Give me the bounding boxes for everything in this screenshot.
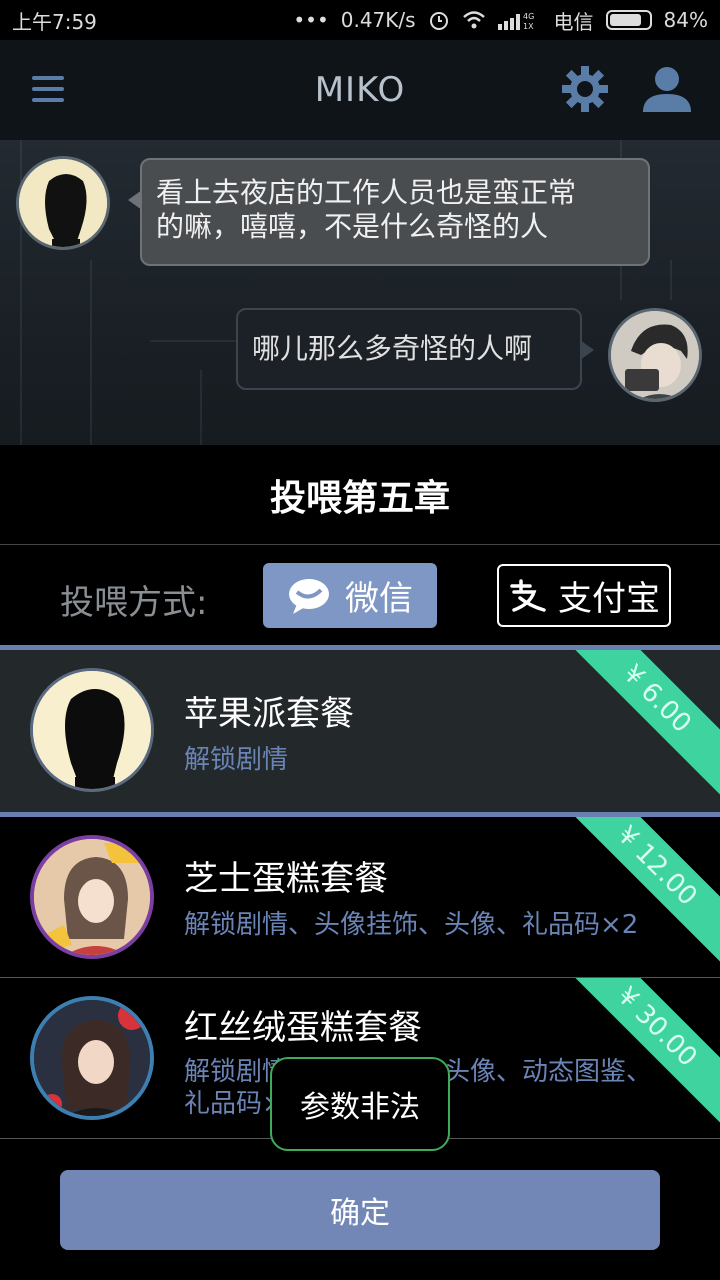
npc-avatar[interactable] <box>16 156 110 250</box>
payment-method-label: 投喂方式: <box>60 583 208 623</box>
package-name: 苹果派套餐 <box>184 694 354 734</box>
menu-icon[interactable] <box>32 76 64 102</box>
wechat-label: 微信 <box>345 579 413 619</box>
battery-icon <box>605 10 652 30</box>
chat-bubble-left: 看上去夜店的工作人员也是蛮正常 的嘛，嘻嘻，不是什么奇怪的人 <box>128 158 650 266</box>
alarm-icon <box>429 12 448 30</box>
package-name: 芝士蛋糕套餐 <box>184 859 388 899</box>
package-avatar <box>30 668 154 792</box>
wechat-icon <box>289 578 329 614</box>
chat-text-line: 的嘛，嘻嘻，不是什么奇怪的人 <box>156 210 549 243</box>
signal-icon: 4G 1X <box>497 12 534 30</box>
chat-bubble-right: 哪儿那么多奇怪的人啊 <box>236 308 594 390</box>
gear-icon[interactable] <box>560 64 610 114</box>
package-item-apple-pie[interactable]: 苹果派套餐 解锁剧情 ¥ 6.00 <box>0 645 720 817</box>
wifi-icon <box>462 11 485 29</box>
package-avatar <box>30 996 154 1120</box>
svg-text:1X: 1X <box>523 22 534 30</box>
app-header: MIKO <box>0 40 720 140</box>
chat-area: 看上去夜店的工作人员也是蛮正常 的嘛，嘻嘻，不是什么奇怪的人 哪儿那么多奇怪的人… <box>0 140 720 445</box>
user-icon[interactable] <box>640 64 694 114</box>
price-ribbon: ¥ 6.00 <box>552 650 720 804</box>
alipay-icon <box>510 578 546 612</box>
price-ribbon: ¥ 12.00 <box>552 817 720 971</box>
package-avatar <box>30 835 154 959</box>
package-name: 红丝绒蛋糕套餐 <box>184 1008 422 1048</box>
status-time: 上午7:59 <box>12 9 97 34</box>
package-item-cheesecake[interactable]: 芝士蛋糕套餐 解锁剧情、头像挂饰、头像、礼品码×2 ¥ 12.00 <box>0 817 720 977</box>
status-right: ••• 0.47K/s 4G 1X 电信 84% <box>293 6 708 35</box>
payment-method-row: 投喂方式: 微信 支付宝 <box>0 545 720 645</box>
package-desc: 解锁剧情、头像挂饰、头像、礼品码×2 <box>184 910 639 940</box>
battery-percent: 84% <box>663 8 708 32</box>
panel-title: 投喂第五章 <box>0 445 720 545</box>
chat-text: 哪儿那么多奇怪的人啊 <box>252 332 533 365</box>
confirm-button[interactable]: 确定 <box>60 1170 660 1250</box>
battery-fill <box>609 14 642 26</box>
alipay-button[interactable]: 支付宝 <box>497 564 671 627</box>
svg-text:4G: 4G <box>523 12 534 21</box>
app-title: MIKO <box>314 70 406 110</box>
status-bar: 上午7:59 ••• 0.47K/s 4G 1X 电信 84% <box>0 0 720 40</box>
chat-text-line: 看上去夜店的工作人员也是蛮正常 <box>156 176 577 209</box>
feed-panel: 投喂第五章 投喂方式: 微信 支付宝 苹果派套餐 解锁剧情 ¥ 6.00 芝士蛋… <box>0 445 720 1280</box>
package-desc: 解锁剧情 <box>184 745 289 775</box>
wechat-pay-button[interactable]: 微信 <box>263 563 437 628</box>
network-speed: 0.47K/s <box>340 8 416 32</box>
carrier-name: 电信 <box>553 9 594 34</box>
player-avatar[interactable] <box>608 308 702 402</box>
alipay-label: 支付宝 <box>558 579 660 619</box>
status-dots: ••• <box>293 8 329 32</box>
error-toast: 参数非法 <box>270 1057 450 1151</box>
